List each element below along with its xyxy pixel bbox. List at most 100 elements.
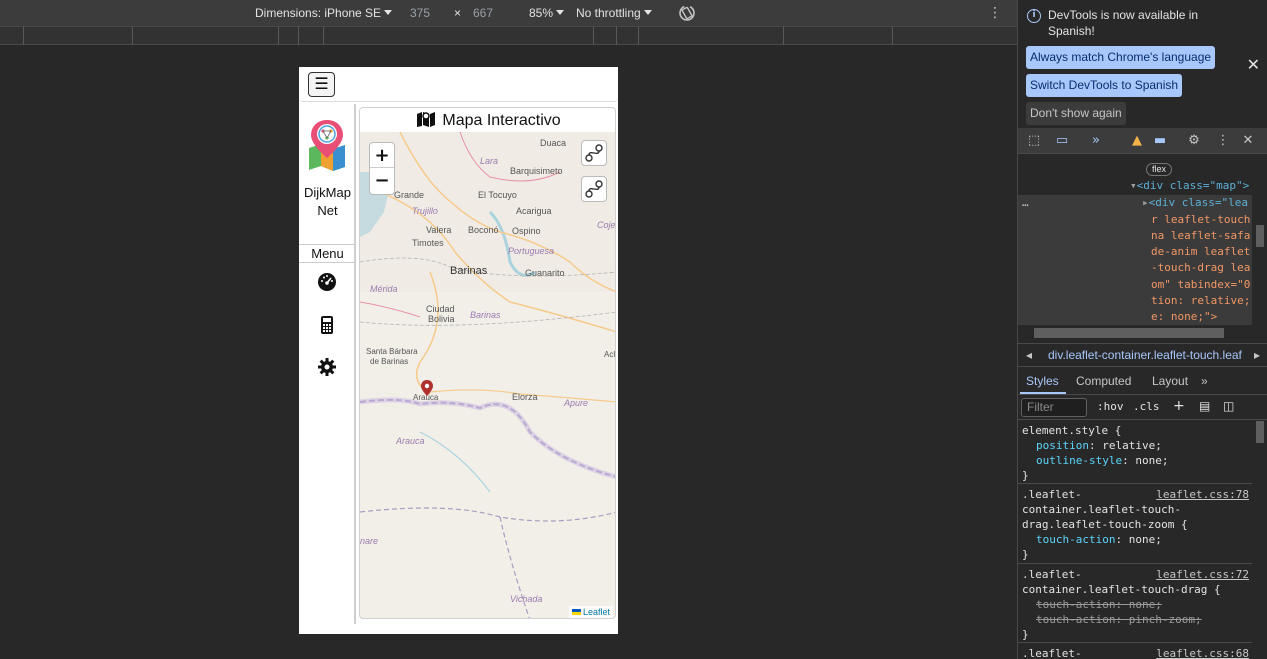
svg-text:Santa Bárbara: Santa Bárbara [366,347,418,356]
gear-icon[interactable] [317,357,337,377]
styles-pane[interactable]: element.style { position: relative; outl… [1018,421,1252,659]
more-tabs-icon[interactable]: » [1201,374,1208,388]
throttling-select[interactable]: No throttling [576,6,652,20]
prop-value[interactable]: pinch-zoom; [1129,613,1202,626]
chevron-down-icon [556,10,565,15]
svg-text:Duaca: Duaca [540,138,566,148]
elements-horizontal-scrollbar[interactable] [1018,325,1252,341]
hamburger-icon: ☰ [314,74,329,93]
width-input[interactable]: 375 [410,6,430,20]
tab-computed[interactable]: Computed [1076,374,1131,388]
rotate-icon[interactable] [677,3,697,26]
rule-close: } [1022,469,1029,482]
brand-line-1: DijkMap [304,185,351,200]
rule-leaflet-touch-zoom[interactable]: leaflet.css:78 .leaflet- container.leafl… [1018,485,1252,564]
prop-name[interactable]: position [1036,439,1089,452]
breadcrumb-text[interactable]: div.leaflet-container.leaflet-touch.leaf [1048,344,1244,366]
zoom-select[interactable]: 85% [529,6,565,20]
route-button-2[interactable] [581,176,607,202]
brand-name: DijkMap Net [299,184,356,220]
cls-toggle[interactable]: .cls [1133,400,1160,413]
source-link[interactable]: leaflet.css:78 [1156,487,1249,502]
breadcrumb[interactable]: ◂ div.leaflet-container.leaflet-touch.le… [1018,343,1267,367]
node-line-4: de-anim leaflet [1151,245,1251,258]
route-icon [585,144,603,162]
device-toolbar: Dimensions: iPhone SE 375 × 667 85% No t… [0,0,1017,27]
inspect-element-icon[interactable]: ⬚ [1026,133,1042,149]
zoom-out-button[interactable]: − [370,168,394,193]
device-select-label: Dimensions: iPhone SE [255,6,382,20]
warning-icon[interactable]: ▲ [1129,133,1145,149]
devtools-panel: i DevTools is now available in Spanish! … [1017,0,1267,659]
notice-text: DevTools is now available in Spanish! [1048,8,1199,38]
rule-close: } [1022,628,1029,641]
prop-name[interactable]: touch-action [1036,598,1115,611]
filter-input[interactable]: Filter [1021,398,1087,417]
svg-text:de Barinas: de Barinas [370,357,408,366]
node-ellipsis[interactable]: … [1022,195,1029,211]
calculator-icon[interactable] [317,315,337,335]
svg-text:Ospino: Ospino [512,226,541,236]
svg-text:Valera: Valera [426,225,451,235]
always-match-language-button[interactable]: Always match Chrome's language [1026,46,1216,69]
paint-icon[interactable]: ▤ [1199,399,1210,413]
tree-node-map-text: <div class="map"> [1136,179,1250,192]
info-icon: i [1027,9,1041,23]
more-tabs-icon[interactable]: » [1088,133,1104,149]
tab-layout[interactable]: Layout [1152,374,1188,388]
switch-to-spanish-button[interactable]: Switch DevTools to Spanish [1026,74,1183,97]
leaflet-map[interactable]: Duaca Lara Barquisimeto Grande El Tocuyo… [360,131,616,618]
device-viewport: ☰ DijkMap Net Menu Mapa Interactivo Duac… [299,67,618,634]
add-rule-icon[interactable]: + [1173,398,1185,414]
source-link[interactable]: leaflet.css:72 [1156,567,1249,582]
route-button-1[interactable] [581,140,607,166]
map-card: Mapa Interactivo Duaca Lara Barquisimeto… [359,107,616,619]
selected-node[interactable]: … ▸<div class="lea r leaflet-touch na le… [1018,195,1252,325]
dont-show-again-button[interactable]: Don't show again [1026,102,1126,125]
zoom-in-button[interactable]: + [370,143,394,168]
elements-tree[interactable]: flex ▾<div class="map"> … ▸<div class="l… [1018,155,1252,325]
elements-vertical-scrollbar[interactable] [1252,155,1267,325]
svg-text:Apure: Apure [563,398,588,408]
prop-value[interactable]: none; [1129,533,1162,546]
node-line-1: <div class="lea [1148,196,1248,209]
source-link[interactable]: leaflet.css:68 [1156,646,1249,659]
prop-value[interactable]: none; [1135,454,1168,467]
prop-name[interactable]: touch-action [1036,533,1115,546]
close-devtools-icon[interactable]: ✕ [1240,133,1256,149]
rule-close: } [1022,548,1029,561]
chevron-down-icon [643,10,652,15]
styles-scrollbar[interactable] [1252,421,1267,659]
tree-node-map[interactable]: ▾<div class="map"> [1130,178,1249,194]
device-select[interactable]: Dimensions: iPhone SE [255,6,393,20]
hov-toggle[interactable]: :hov [1097,400,1124,413]
svg-text:Guanarito: Guanarito [525,268,565,278]
prop-name[interactable]: outline-style [1036,454,1122,467]
leaflet-attribution[interactable]: Leaflet [568,606,613,618]
settings-gear-icon[interactable]: ⚙ [1186,133,1202,149]
svg-text:Portuguesa: Portuguesa [508,246,554,256]
hamburger-menu-button[interactable]: ☰ [308,72,335,97]
device-toggle-icon[interactable]: ▭ [1054,133,1070,149]
rule-element-style[interactable]: element.style { position: relative; outl… [1018,421,1252,484]
height-input[interactable]: 667 [473,6,493,20]
sidebar-toggle-icon[interactable]: ◫ [1223,399,1234,413]
ukraine-flag-icon [571,609,581,615]
rule-leaflet-next[interactable]: leaflet.css:68 .leaflet- [1018,644,1252,659]
svg-text:Barquisimeto: Barquisimeto [510,166,563,176]
prop-name[interactable]: touch-action [1036,613,1115,626]
prop-value[interactable]: relative; [1102,439,1162,452]
close-icon[interactable]: ✕ [1247,55,1260,74]
messages-icon[interactable]: ▬ [1152,133,1168,149]
dashboard-icon[interactable] [317,272,337,292]
flex-badge[interactable]: flex [1146,163,1173,176]
tab-styles[interactable]: Styles [1026,374,1059,388]
svg-text:Cojedes: Cojedes [597,220,616,230]
rule-leaflet-touch-drag[interactable]: leaflet.css:72 .leaflet- container.leafl… [1018,565,1252,643]
svg-text:Barinas: Barinas [450,265,488,277]
attribution-link[interactable]: Leaflet [583,607,610,617]
more-options-icon[interactable]: ⋮ [988,5,1002,21]
node-line-6: om" tabindex="0 [1151,278,1251,291]
prop-value[interactable]: none; [1129,598,1162,611]
more-vert-icon[interactable]: ⋮ [1215,133,1231,149]
